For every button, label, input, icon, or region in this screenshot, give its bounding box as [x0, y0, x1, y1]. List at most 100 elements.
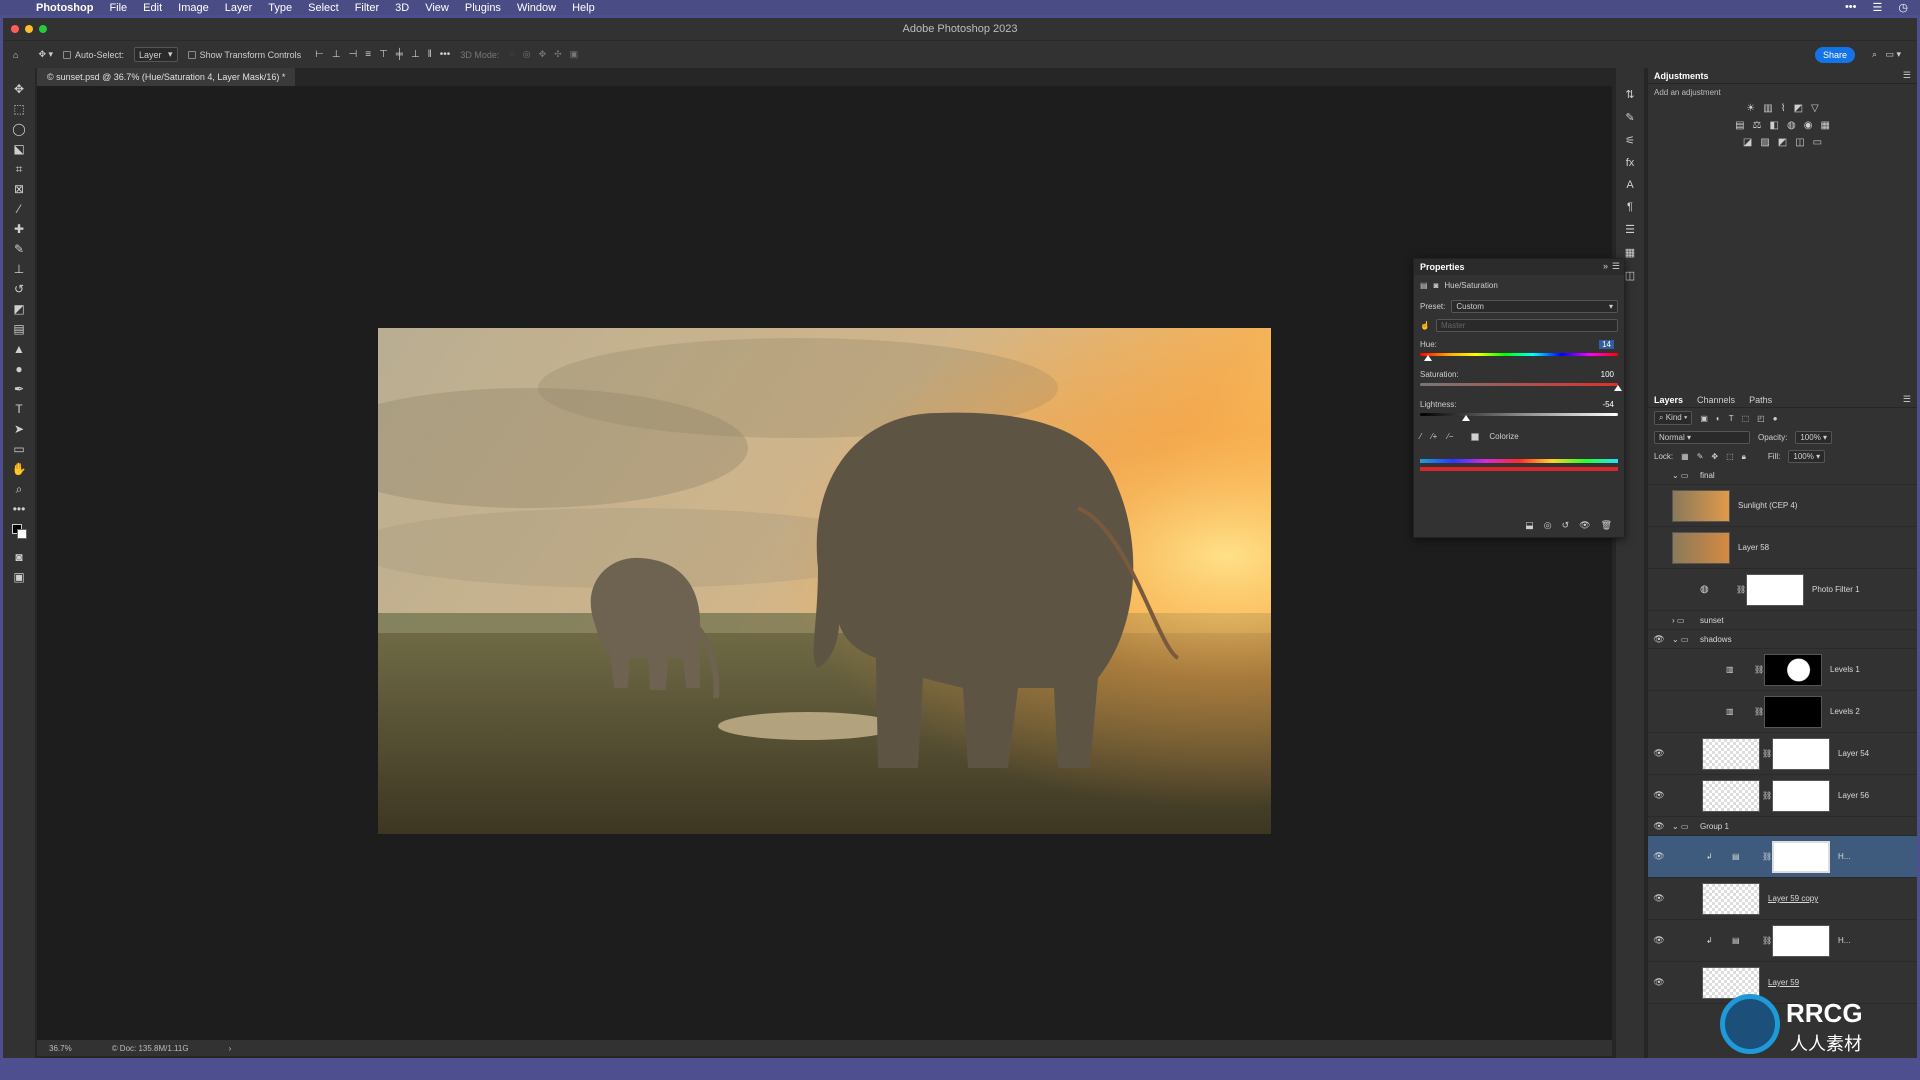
disclosure-closed-icon[interactable]: › ▭ — [1672, 616, 1684, 625]
kind-filter-dropdown[interactable]: ⌕ Kind ▾ — [1654, 411, 1693, 425]
layer-row[interactable]: 👁︎ ⌄ ▭ shadows — [1648, 630, 1917, 649]
brush-tool-icon[interactable]: ✎ — [10, 242, 28, 256]
posterize-icon[interactable]: ▨ — [1760, 137, 1769, 148]
menu-plugins[interactable]: Plugins — [465, 2, 501, 14]
saturation-value-field[interactable]: 100 — [1601, 370, 1614, 379]
filter-smart-icon[interactable]: ◰ — [1757, 414, 1765, 423]
threshold-icon[interactable]: ◩ — [1778, 137, 1787, 148]
eye-icon[interactable]: 👁︎ — [1653, 748, 1665, 759]
panel-menu-icon[interactable]: ☰ — [1903, 70, 1911, 81]
colorize-checkbox[interactable] — [1471, 432, 1480, 441]
layer-mask-thumbnail[interactable] — [1764, 654, 1822, 686]
rectangle-tool-icon[interactable]: ▭ — [10, 442, 28, 456]
screen-mode-icon[interactable]: ▣ — [10, 570, 28, 584]
layer-mask-thumbnail[interactable] — [1772, 738, 1830, 770]
layer-row[interactable]: Layer 58 — [1648, 527, 1917, 569]
hue-value-field[interactable]: 14 — [1599, 340, 1614, 349]
lock-transparent-icon[interactable]: ▦ — [1681, 452, 1689, 461]
vibrance-icon[interactable]: ▽ — [1811, 103, 1819, 114]
menu-filter[interactable]: Filter — [355, 2, 379, 14]
eraser-tool-icon[interactable]: ◩ — [10, 302, 28, 316]
align-center-icon[interactable]: ⊥ — [332, 49, 341, 60]
levels-icon[interactable]: ▥ — [1763, 103, 1772, 114]
eyedropper-icon[interactable]: ⁄ — [1420, 432, 1421, 441]
clip-to-layer-icon[interactable]: ⬓ — [1525, 520, 1534, 531]
more-options-icon[interactable]: ••• — [440, 49, 451, 60]
character-panel-icon[interactable]: A — [1626, 179, 1633, 191]
invert-icon[interactable]: ◪ — [1743, 137, 1752, 148]
eye-icon[interactable]: 👁︎ — [1653, 790, 1665, 801]
search-icon[interactable]: ⌕ — [1872, 49, 1877, 60]
layer-row[interactable]: 👁︎ ↲ ▤ ⛓ H... — [1648, 920, 1917, 962]
filter-type-icon[interactable]: T — [1729, 414, 1734, 423]
move-tool-icon[interactable]: ✥ — [10, 82, 28, 96]
zoom-readout[interactable]: 36.7% — [49, 1044, 72, 1053]
blur-tool-icon[interactable]: ▲ — [10, 342, 28, 356]
curves-icon[interactable]: ⌇ — [1781, 103, 1786, 114]
adjustments-tab[interactable]: Adjustments — [1654, 71, 1709, 81]
color-swatches-icon[interactable] — [10, 522, 28, 544]
disclosure-open-icon[interactable]: ⌄ ▭ — [1672, 822, 1688, 831]
mask-link-icon[interactable]: ⛓ — [1762, 936, 1772, 945]
brightness-icon[interactable]: ☀ — [1746, 103, 1755, 114]
mask-mode-icon[interactable]: ◙ — [1434, 281, 1439, 290]
brush-settings-icon[interactable]: ✎ — [1625, 111, 1634, 124]
minimize-window-button[interactable] — [25, 25, 33, 33]
styles-fx-icon[interactable]: fx — [1626, 157, 1635, 169]
crop-tool-icon[interactable]: ⌗ — [10, 162, 28, 176]
eyedropper-tool-icon[interactable]: ⁄ — [10, 202, 28, 216]
layer-row[interactable]: 👁︎ Layer 59 copy — [1648, 878, 1917, 920]
document-tab[interactable]: © sunset.psd @ 36.7% (Hue/Saturation 4, … — [37, 68, 296, 86]
layer-row[interactable]: 👁︎ ⛓ Layer 56 — [1648, 775, 1917, 817]
align-middle-icon[interactable]: ╪ — [396, 49, 403, 60]
menu-window[interactable]: Window — [517, 2, 556, 14]
targeted-adjust-icon[interactable]: ☝ — [1420, 321, 1430, 330]
healing-brush-tool-icon[interactable]: ✚ — [10, 222, 28, 236]
frame-tool-icon[interactable]: ⊠ — [10, 182, 28, 196]
zoom-tool-icon[interactable]: ⌕ — [10, 482, 28, 496]
zoom-window-button[interactable] — [39, 25, 47, 33]
layer-row[interactable]: › ▭ sunset — [1648, 611, 1917, 630]
lock-artboard-icon[interactable]: ⬚ — [1726, 452, 1734, 461]
view-previous-icon[interactable]: ◎ — [1544, 520, 1552, 531]
align-top-icon[interactable]: ⊤ — [379, 49, 388, 60]
menu-file[interactable]: File — [109, 2, 127, 14]
doc-size-readout[interactable]: © Doc: 135.8M/1.11G — [112, 1044, 189, 1053]
filter-adjustment-icon[interactable]: ◐ — [1716, 414, 1721, 423]
history-panel-icon[interactable]: ⇅ — [1625, 88, 1634, 101]
menu-view[interactable]: View — [425, 2, 449, 14]
color-balance-icon[interactable]: ⚖ — [1753, 120, 1762, 131]
clone-stamp-tool-icon[interactable]: ⊥ — [10, 262, 28, 276]
eye-icon[interactable]: 👁︎ — [1653, 977, 1665, 988]
lock-image-icon[interactable]: ✎ — [1697, 452, 1704, 461]
pen-tool-icon[interactable]: ✒ — [10, 382, 28, 396]
filter-toggle-icon[interactable]: ● — [1773, 414, 1778, 423]
lightness-slider-knob[interactable] — [1461, 415, 1470, 421]
object-select-tool-icon[interactable]: ⬕ — [10, 142, 28, 156]
menu-edit[interactable]: Edit — [143, 2, 162, 14]
align-left-icon[interactable]: ⊢ — [315, 49, 324, 60]
layers-menu-icon[interactable]: ☰ — [1903, 394, 1911, 405]
align-bottom-icon[interactable]: ⊥ — [411, 49, 420, 60]
hue-saturation-icon[interactable]: ▤ — [1735, 120, 1744, 131]
3d-scale-icon[interactable]: ▣ — [570, 49, 579, 60]
quick-mask-icon[interactable]: ◙ — [10, 550, 28, 564]
dodge-tool-icon[interactable]: ● — [10, 362, 28, 376]
align-right-icon[interactable]: ⊣ — [349, 49, 358, 60]
blend-mode-dropdown[interactable]: Normal ▾ — [1654, 431, 1750, 444]
mask-link-icon[interactable]: ⛓ — [1762, 749, 1772, 758]
distribute-icon[interactable]: ≡ — [365, 49, 371, 60]
auto-select-dropdown[interactable]: Layer ▾ — [134, 47, 178, 62]
adjustment-layer-icon[interactable]: ▤ — [1420, 281, 1428, 290]
menu-layer[interactable]: Layer — [225, 2, 253, 14]
visibility-toggle-icon[interactable]: 👁︎ — [1579, 520, 1590, 531]
edit-toolbar-icon[interactable]: ••• — [10, 502, 28, 516]
saturation-slider-knob[interactable] — [1614, 385, 1622, 391]
lock-all-icon[interactable]: 🔒︎ — [1742, 452, 1746, 462]
filter-shape-icon[interactable]: ⬚ — [1742, 414, 1750, 423]
document-canvas[interactable] — [378, 328, 1271, 834]
disclosure-open-icon[interactable]: ⌄ ▭ — [1672, 471, 1688, 480]
gradient-tool-icon[interactable]: ▤ — [10, 322, 28, 336]
tab-channels[interactable]: Channels — [1697, 395, 1735, 405]
type-tool-icon[interactable]: T — [10, 402, 28, 416]
